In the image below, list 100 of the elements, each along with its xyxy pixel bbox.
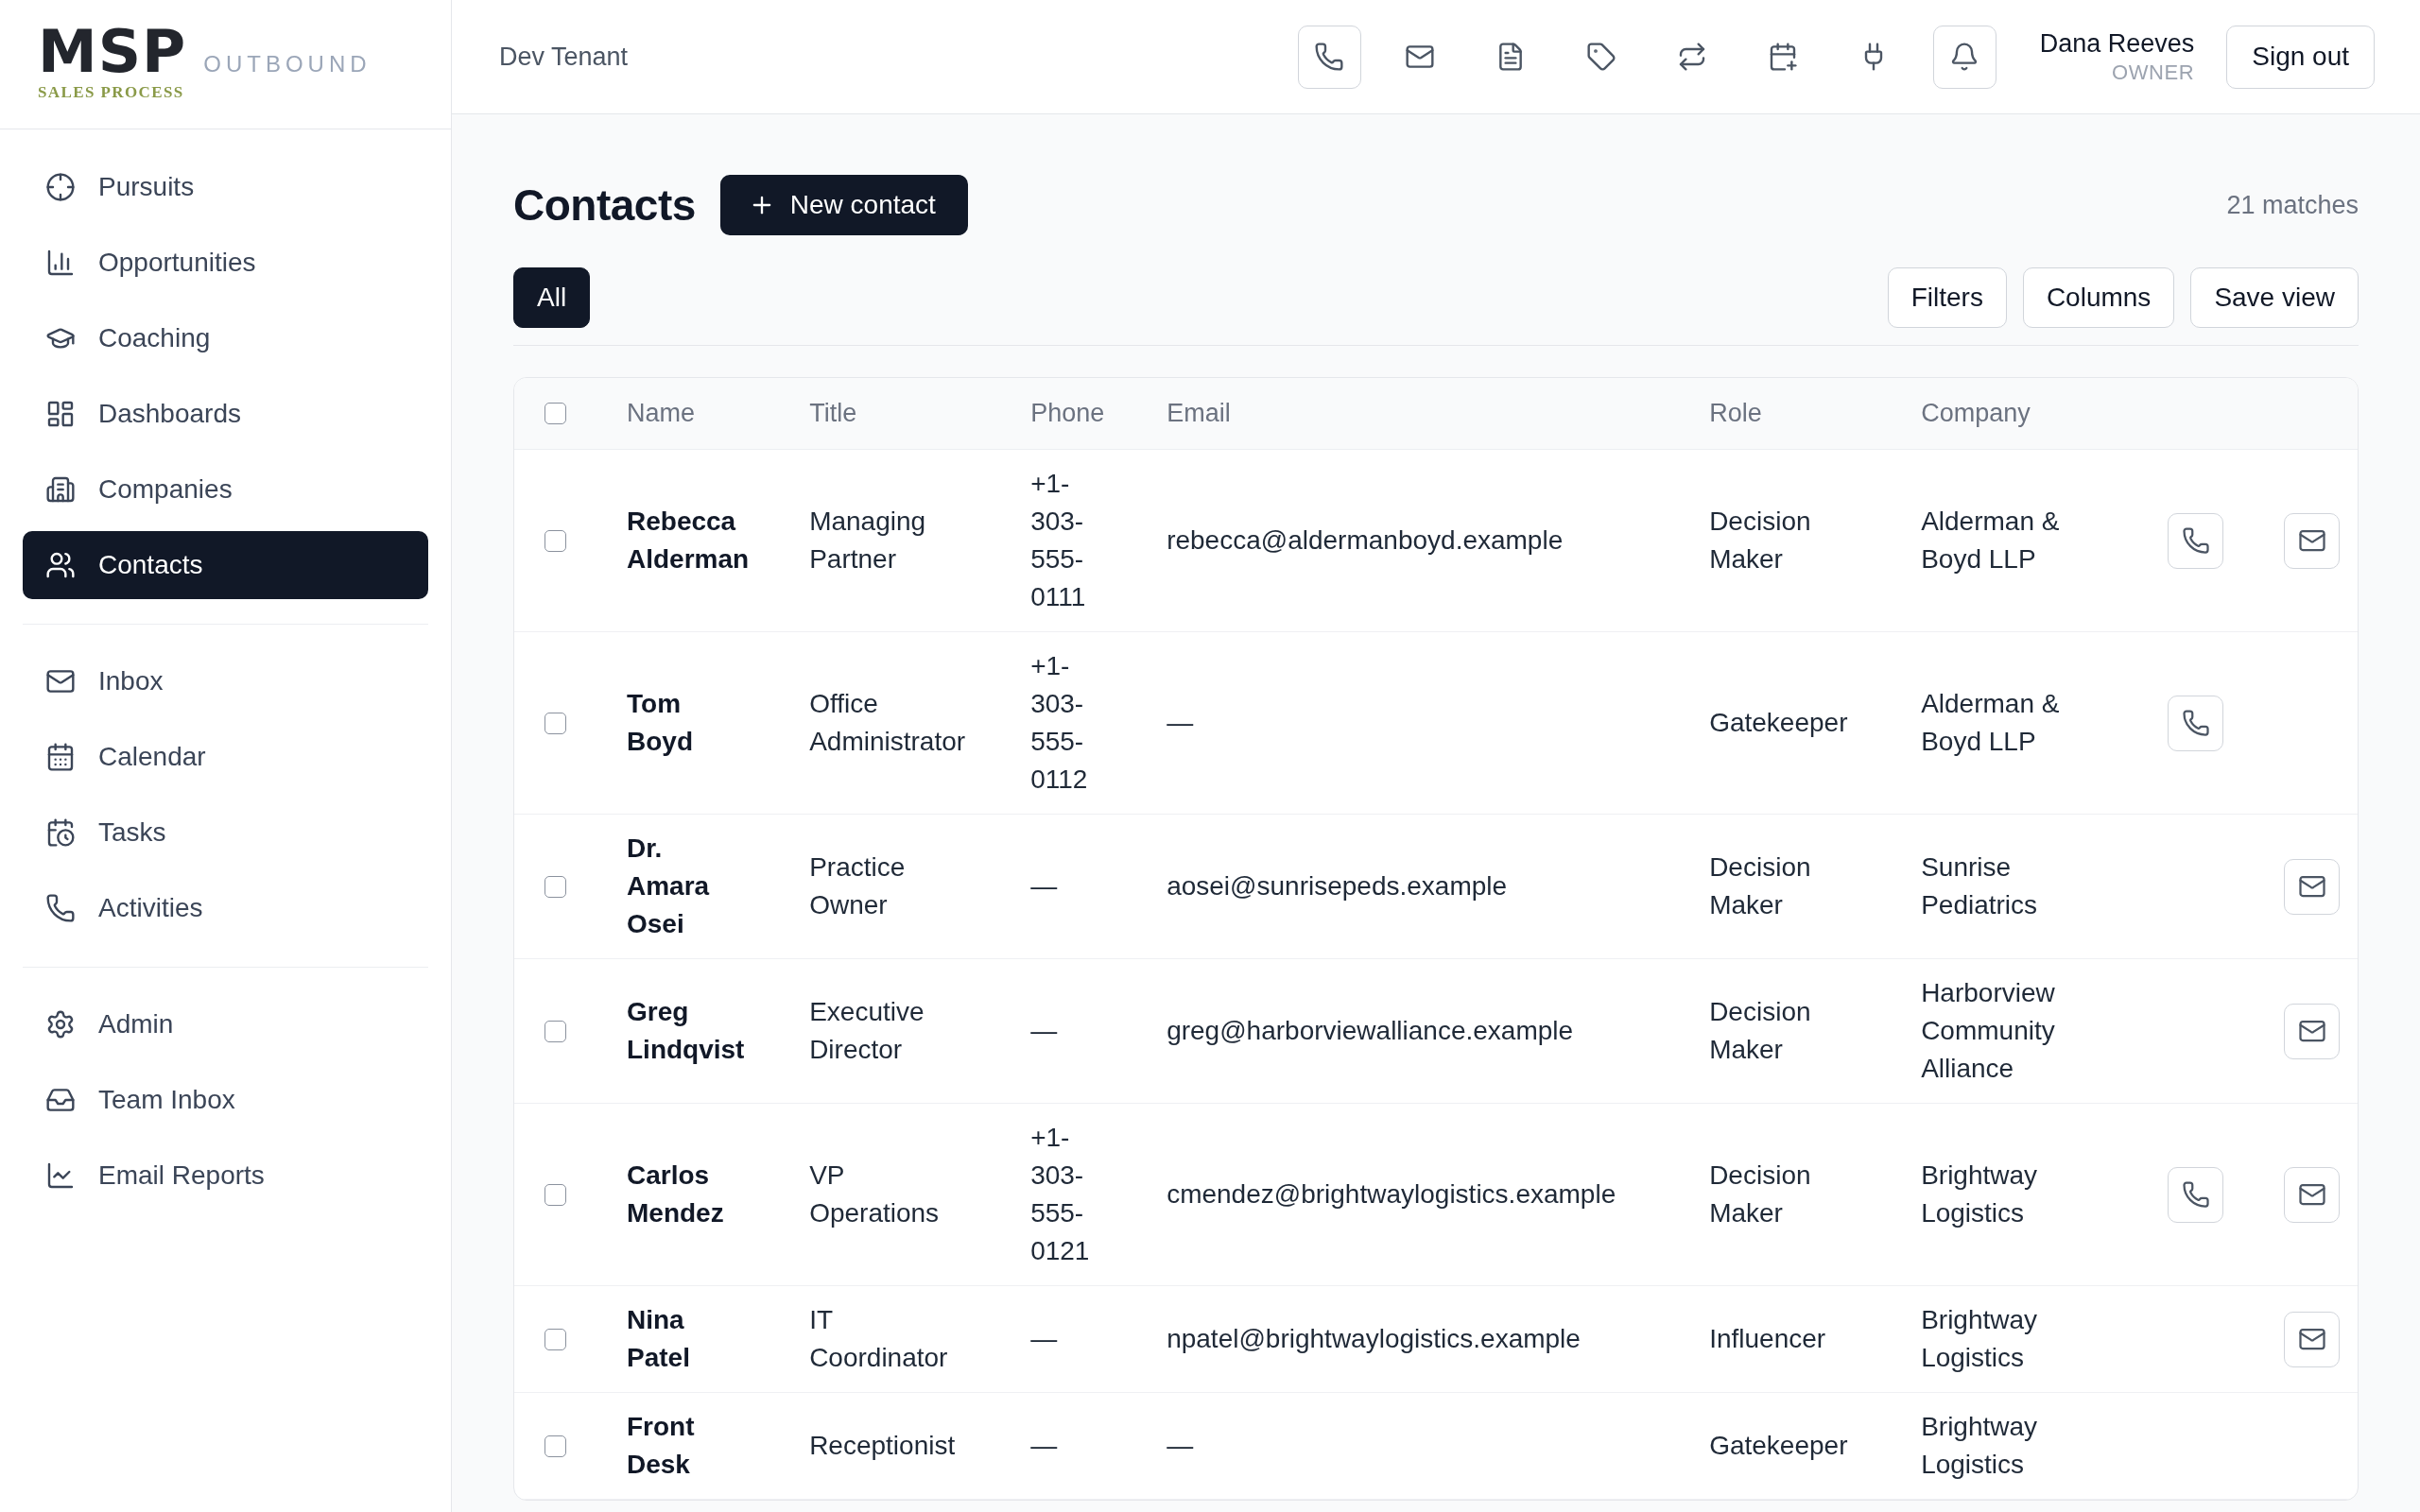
phone-number: — <box>1030 871 1058 901</box>
tenant-name: Dev Tenant <box>499 42 629 72</box>
email-address: aosei@sunrisepeds.example <box>1167 871 1508 901</box>
column-header: Title <box>809 399 857 427</box>
contact-name: Carlos Mendez <box>627 1160 724 1228</box>
nav-link[interactable]: Coaching <box>23 304 428 372</box>
email-button[interactable] <box>2284 512 2340 569</box>
nav-link[interactable]: Pursuits <box>23 153 428 221</box>
email-button[interactable] <box>2284 1311 2340 1367</box>
row-checkbox[interactable] <box>544 875 566 898</box>
row-checkbox[interactable] <box>544 1328 566 1350</box>
phone-icon <box>45 893 76 923</box>
nav-link[interactable]: Contacts <box>23 531 428 599</box>
phone-number: +1-303-555-0111 <box>1030 469 1086 611</box>
calendar-icon <box>45 742 76 772</box>
calendar-clock-icon <box>45 817 76 848</box>
contact-role: Gatekeeper <box>1709 1431 1848 1460</box>
contact-role: Gatekeeper <box>1709 708 1848 737</box>
email-button[interactable] <box>2284 1166 2340 1223</box>
sign-out-button[interactable]: Sign out <box>2226 25 2375 89</box>
company-name: Alderman & Boyd LLP <box>1921 507 2060 574</box>
phone-icon <box>1314 42 1345 72</box>
new-contact-button[interactable]: New contact <box>719 175 968 235</box>
settings-icon <box>45 1009 76 1040</box>
email-button[interactable] <box>2284 1003 2340 1059</box>
column-header: Company <box>1921 399 2031 427</box>
job-title: VP Operations <box>809 1160 940 1228</box>
toolbar-button[interactable]: Filters <box>1887 267 2007 328</box>
select-all-checkbox[interactable] <box>544 403 566 424</box>
job-title: Office Administrator <box>809 689 966 756</box>
email-address: greg@harborviewalliance.example <box>1167 1016 1574 1045</box>
phone-icon <box>2181 1180 2210 1209</box>
job-title: Receptionist <box>809 1431 956 1460</box>
nav-link[interactable]: Calendar <box>23 723 428 791</box>
crosshair-icon <box>45 172 76 202</box>
phone-button[interactable] <box>1297 25 1361 89</box>
job-title: Executive Director <box>809 997 925 1064</box>
call-button[interactable] <box>2168 695 2223 751</box>
contact-name: Dr. Amara Osei <box>627 833 710 938</box>
logo-wordmark: MSP <box>38 27 187 76</box>
phone-number: +1-303-555-0121 <box>1030 1123 1090 1265</box>
building-icon <box>45 474 76 505</box>
nav-link[interactable]: Team Inbox <box>23 1066 428 1134</box>
nav-link[interactable]: Activities <box>23 874 428 942</box>
contact-role: Influencer <box>1709 1324 1826 1353</box>
bar-chart-icon <box>45 248 76 278</box>
call-button[interactable] <box>2168 512 2223 569</box>
row-checkbox[interactable] <box>544 529 566 552</box>
row-checkbox[interactable] <box>544 1183 566 1206</box>
calendar-plus-icon <box>1768 42 1799 72</box>
toolbar-button[interactable]: Columns <box>2022 267 2175 328</box>
contact-name: Tom Boyd <box>627 689 693 756</box>
row-checkbox[interactable] <box>544 1435 566 1457</box>
company-name: Sunrise Pediatrics <box>1921 852 2038 919</box>
column-header: Email <box>1167 399 1231 427</box>
company-name: Harborview Community Alliance <box>1921 978 2055 1083</box>
nav-link[interactable]: Email Reports <box>23 1142 428 1210</box>
nav-link[interactable]: Opportunities <box>23 229 428 297</box>
column-header: Phone <box>1030 399 1105 427</box>
contact-name: Nina Patel <box>627 1305 690 1372</box>
email-address: rebecca@aldermanboyd.example <box>1167 525 1564 555</box>
nav-link[interactable]: Admin <box>23 990 428 1058</box>
page-title: Contacts <box>513 180 696 231</box>
user-role: OWNER <box>2111 60 2195 86</box>
email-address: — <box>1167 1431 1194 1460</box>
phone-number: — <box>1030 1431 1058 1460</box>
row-checkbox[interactable] <box>544 1020 566 1042</box>
toolbar-button[interactable]: Save view <box>2190 267 2359 328</box>
phone-number: +1-303-555-0112 <box>1030 651 1088 794</box>
notifications-button[interactable] <box>1932 25 1996 89</box>
product-name: OUTBOUND <box>203 52 372 77</box>
column-header: Name <box>627 399 696 427</box>
phone-icon <box>2181 526 2210 555</box>
view-tab[interactable]: All <box>513 267 591 328</box>
dashboard-icon <box>45 399 76 429</box>
tag-icon <box>1586 42 1617 72</box>
user-name: Dana Reeves <box>2039 28 2195 60</box>
contact-role: Decision Maker <box>1709 852 1811 919</box>
contact-role: Decision Maker <box>1709 997 1811 1064</box>
company-name: Brightway Logistics <box>1921 1412 2038 1479</box>
match-count: 21 matches <box>2226 190 2359 220</box>
contact-role: Decision Maker <box>1709 1160 1811 1228</box>
contact-name: Greg Lindqvist <box>627 997 745 1064</box>
row-checkbox[interactable] <box>544 712 566 734</box>
nav-link[interactable]: Tasks <box>23 799 428 867</box>
column-header: Role <box>1709 399 1762 427</box>
nav-link[interactable]: Dashboards <box>23 380 428 448</box>
nav-link[interactable]: Companies <box>23 455 428 524</box>
email-button[interactable] <box>2284 858 2340 915</box>
call-button[interactable] <box>2168 1166 2223 1223</box>
users-icon <box>45 550 76 580</box>
contact-role: Decision Maker <box>1709 507 1811 574</box>
job-title: Managing Partner <box>809 507 926 574</box>
company-name: Brightway Logistics <box>1921 1305 2038 1372</box>
job-title: IT Coordinator <box>809 1305 948 1372</box>
phone-number: — <box>1030 1016 1058 1045</box>
job-title: Practice Owner <box>809 852 906 919</box>
email-address: cmendez@brightwaylogistics.example <box>1167 1179 1616 1209</box>
phone-icon <box>2181 709 2210 737</box>
nav-link[interactable]: Inbox <box>23 647 428 715</box>
